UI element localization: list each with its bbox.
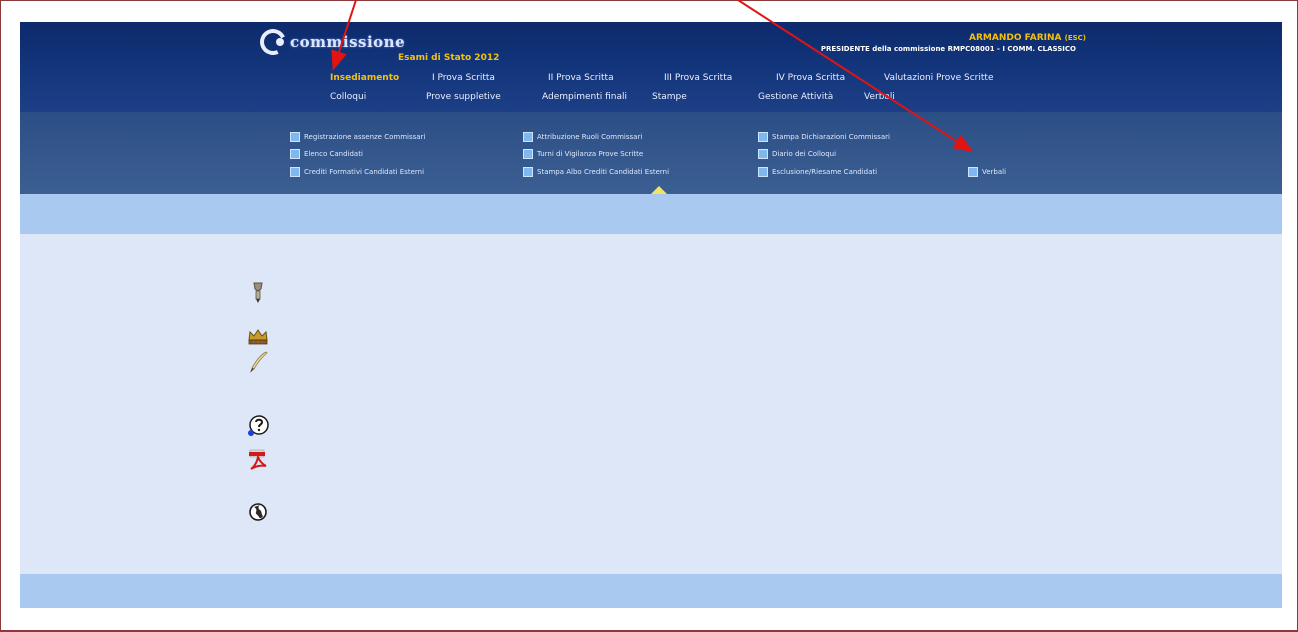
menu-item-gestione-attivita[interactable]: Gestione Attività [758,92,864,102]
menu-item-valutazioni[interactable]: Valutazioni Prove Scritte [884,73,993,83]
submenu-label: Diario dei Colloqui [772,150,837,158]
globe-icon[interactable] [246,500,270,524]
menu-item-stampe[interactable]: Stampe [652,92,758,102]
submenu-checkbox-icon [523,167,533,177]
submenu-panel: Registrazione assenze Commissari Elenco … [20,112,1282,194]
quill-icon[interactable] [246,350,270,374]
menu-item-prova-2[interactable]: II Prova Scritta [548,73,664,83]
submenu-label: Attribuzione Ruoli Commissari [537,133,643,141]
submenu-checkbox-icon [290,132,300,142]
submenu-label: Crediti Formativi Candidati Esterni [304,168,425,176]
user-name-text: ARMANDO FARINA [969,33,1062,43]
submenu-stampa-dichiarazioni[interactable]: Stampa Dichiarazioni Commissari [758,132,890,142]
submenu-label: Elenco Candidati [304,150,363,158]
submenu-diario-colloqui[interactable]: Diario dei Colloqui [758,149,836,159]
submenu-label: Verbali [982,168,1007,176]
submenu-checkbox-icon [290,149,300,159]
bottom-light-band [20,574,1282,608]
user-name: ARMANDO FARINA (ESC) [969,33,1086,43]
submenu-stampa-albo-crediti[interactable]: Stampa Albo Crediti Candidati Esterni [523,167,669,177]
menu-item-prove-suppletive[interactable]: Prove suppletive [426,92,542,102]
pen-nib-icon[interactable] [246,280,270,304]
user-name-suffix: (ESC) [1064,34,1086,42]
submenu-label: Turni di Vigilanza Prove Scritte [537,150,644,158]
menu-item-adempimenti[interactable]: Adempimenti finali [542,92,652,102]
menu-item-prova-4[interactable]: IV Prova Scritta [776,73,884,83]
submenu-attribuzione-ruoli[interactable]: Attribuzione Ruoli Commissari [523,132,642,142]
submenu-verbali[interactable]: Verbali [968,167,1006,177]
submenu-label: Esclusione/Riesame Candidati [772,168,878,176]
help-icon[interactable] [246,414,270,438]
exam-subtitle: Esami di Stato 2012 [398,53,500,63]
logo-text: commissione [290,33,406,51]
main-content-area [20,234,1282,574]
main-menu-row-1: Insediamento I Prova Scritta II Prova Sc… [330,73,993,83]
submenu-elenco-candidati[interactable]: Elenco Candidati [290,149,363,159]
submenu-label: Registrazione assenze Commissari [304,133,426,141]
menu-item-verbali[interactable]: Verbali [864,92,895,102]
user-role: PRESIDENTE della commissione RMPC08001 -… [820,45,1076,53]
submenu-checkbox-icon [523,149,533,159]
submenu-label: Stampa Albo Crediti Candidati Esterni [537,168,670,176]
crown-icon[interactable] [246,324,270,348]
menu-item-prova-3[interactable]: III Prova Scritta [664,73,776,83]
submenu-esclusione-riesame[interactable]: Esclusione/Riesame Candidati [758,167,877,177]
pdf-icon[interactable] [246,448,270,472]
submenu-checkbox-icon [523,132,533,142]
submenu-turni-vigilanza[interactable]: Turni di Vigilanza Prove Scritte [523,149,643,159]
top-light-band [20,194,1282,234]
logo-mark [256,25,290,59]
top-header: commissione Esami di Stato 2012 ARMANDO … [20,22,1282,112]
submenu-checkbox-icon [758,167,768,177]
submenu-registrazione-assenze[interactable]: Registrazione assenze Commissari [290,132,425,142]
menu-item-prova-1[interactable]: I Prova Scritta [432,73,548,83]
selection-indicator-triangle [651,186,667,194]
submenu-checkbox-icon [758,149,768,159]
submenu-label: Stampa Dichiarazioni Commissari [772,133,890,141]
menu-item-insediamento[interactable]: Insediamento [330,73,432,83]
submenu-checkbox-icon [758,132,768,142]
menu-item-colloqui[interactable]: Colloqui [330,92,426,102]
submenu-crediti-formativi[interactable]: Crediti Formativi Candidati Esterni [290,167,424,177]
submenu-checkbox-icon [290,167,300,177]
logo[interactable]: commissione [256,25,406,59]
submenu-checkbox-icon [968,167,978,177]
main-menu-row-2: Colloqui Prove suppletive Adempimenti fi… [330,92,895,102]
